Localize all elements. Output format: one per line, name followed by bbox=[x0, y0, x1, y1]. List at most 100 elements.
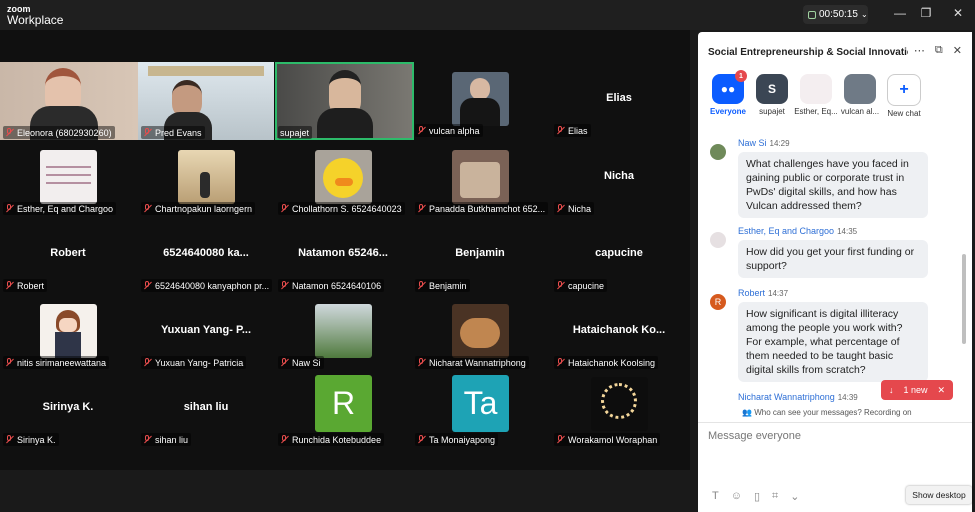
participant-name: Robert bbox=[17, 280, 45, 291]
mic-muted-icon bbox=[556, 204, 564, 213]
participant-tile[interactable]: 6524640080 ka... 6524640080 kanyaphon pr… bbox=[138, 217, 274, 293]
message-time: 14:39 bbox=[837, 393, 858, 402]
message-time: 14:35 bbox=[837, 227, 858, 236]
participant-tile[interactable]: Elias Elias bbox=[551, 62, 687, 138]
minimize-button[interactable]: — bbox=[890, 6, 910, 20]
mic-muted-icon bbox=[417, 281, 425, 290]
participant-name: Chartnopakun laorngern bbox=[155, 203, 253, 214]
participant-tile[interactable]: Sirinya K. Sirinya K. bbox=[0, 371, 136, 447]
recipient-label: Everyone bbox=[709, 107, 747, 116]
mic-muted-icon bbox=[5, 281, 13, 290]
participant-tile[interactable]: R Runchida Kotebuddee bbox=[275, 371, 411, 447]
mic-muted-icon bbox=[556, 358, 564, 367]
participant-name: capucine bbox=[568, 280, 605, 291]
zoom-logo: zoom Workplace bbox=[7, 4, 64, 27]
participant-video bbox=[315, 304, 372, 358]
composer-toolbar: T ☺ ▯ ⌗ ⌄ bbox=[712, 490, 799, 503]
participant-name-large: Benjamin bbox=[455, 247, 505, 259]
participant-tile[interactable]: Pred Evans bbox=[138, 62, 274, 140]
brand-name: Workplace bbox=[7, 13, 64, 27]
participant-name-large: Hataichanok Ko... bbox=[572, 324, 666, 336]
recipient-esther[interactable]: Esther, Eq... bbox=[794, 74, 838, 116]
chat-title: Social Entrepreneurship & Social Innovat… bbox=[708, 47, 908, 58]
text-format-icon[interactable]: T bbox=[712, 490, 719, 503]
participant-tile-active-speaker[interactable]: supajet bbox=[275, 62, 414, 140]
restore-button[interactable]: ❐ bbox=[916, 6, 936, 20]
close-window-button[interactable]: ✕ bbox=[948, 6, 968, 20]
participant-name-large: Sirinya K. bbox=[42, 401, 94, 413]
sender-name: Esther, Eq and Chargoo bbox=[738, 226, 835, 236]
mic-muted-icon bbox=[143, 128, 151, 137]
recipient-label: New chat bbox=[887, 109, 921, 118]
participant-tile[interactable]: Nicha Nicha bbox=[551, 140, 687, 216]
participant-name-large: Yuxuan Yang- P... bbox=[160, 324, 252, 336]
bottom-area bbox=[0, 470, 698, 512]
participant-tile[interactable]: Natamon 65246... Natamon 6524640106 bbox=[275, 217, 411, 293]
mic-muted-icon bbox=[556, 435, 564, 444]
participant-name: nitis sirimaneewattana bbox=[17, 357, 107, 368]
recipient-label: Esther, Eq... bbox=[794, 107, 838, 116]
message-list[interactable]: Naw Si 14:29 What challenges have you fac… bbox=[698, 130, 962, 408]
participant-tile[interactable]: nitis sirimaneewattana bbox=[0, 294, 136, 370]
pop-out-icon[interactable]: ⧉ bbox=[935, 44, 943, 57]
participant-avatar-letter: Ta bbox=[452, 375, 509, 432]
close-icon[interactable]: ✕ bbox=[953, 44, 962, 57]
participant-name-large: Natamon 65246... bbox=[298, 247, 388, 259]
divider bbox=[698, 422, 972, 423]
message-bubble: How did you get your first funding or su… bbox=[738, 240, 928, 278]
participant-tile[interactable]: capucine capucine bbox=[551, 217, 687, 293]
participant-tile[interactable]: Hataichanok Ko... Hataichanok Koolsing bbox=[551, 294, 687, 370]
recipient-bar: ●● 1 Everyone S supajet Esther, Eq... vul… bbox=[706, 70, 966, 122]
participant-tile[interactable]: Naw Si bbox=[275, 294, 411, 370]
participant-tile[interactable]: Yuxuan Yang- P... Yuxuan Yang- Patricia bbox=[138, 294, 274, 370]
recipient-everyone[interactable]: ●● 1 Everyone bbox=[706, 70, 750, 116]
participant-tile[interactable]: Eleonora (6802930260) bbox=[0, 62, 138, 140]
participant-tile[interactable]: vulcan alpha bbox=[412, 62, 548, 138]
message-time: 14:29 bbox=[769, 139, 790, 148]
participant-name: Natamon 6524640106 bbox=[292, 280, 382, 291]
recipient-vulcan[interactable]: vulcan al... bbox=[838, 74, 882, 116]
chat-scrollbar[interactable] bbox=[962, 254, 966, 344]
participant-video bbox=[40, 150, 97, 204]
participant-name: Chollathorn S. 6524640023 bbox=[292, 203, 402, 214]
more-options-icon[interactable]: ⋯ bbox=[914, 44, 925, 57]
participant-name: Elias bbox=[568, 125, 588, 136]
meeting-timer[interactable]: 00:50:15 ⌄ bbox=[803, 5, 868, 24]
visibility-info-link[interactable]: 👥 Who can see your messages? Recording o… bbox=[742, 408, 912, 417]
timer-text: 00:50:15 bbox=[819, 9, 858, 20]
unread-badge: 1 bbox=[735, 70, 747, 82]
participant-tile[interactable]: Robert Robert bbox=[0, 217, 136, 293]
participant-tile[interactable]: Benjamin Benjamin bbox=[412, 217, 548, 293]
participant-name: 6524640080 kanyaphon pr... bbox=[155, 280, 270, 291]
title-bar: zoom Workplace 00:50:15 ⌄ — ❐ ✕ bbox=[0, 0, 975, 30]
message-input[interactable]: Message everyone bbox=[708, 430, 801, 442]
participant-name: vulcan alpha bbox=[429, 125, 480, 136]
mic-muted-icon bbox=[417, 204, 425, 213]
participant-tile[interactable]: Nicharat Wannatriphong bbox=[412, 294, 548, 370]
recipient-supajet[interactable]: S supajet bbox=[750, 74, 794, 116]
participant-tile[interactable]: Chollathorn S. 6524640023 bbox=[275, 140, 411, 216]
participant-tile[interactable]: Ta Ta Monaiyapong bbox=[412, 371, 548, 447]
sender-name: Naw Si bbox=[738, 138, 767, 148]
participant-tile[interactable]: Chartnopakun laorngern bbox=[138, 140, 274, 216]
emoji-icon[interactable]: ☺ bbox=[731, 490, 742, 503]
mic-muted-icon bbox=[556, 281, 564, 290]
new-messages-button[interactable]: ↓ 1 new ✕ bbox=[881, 380, 953, 400]
participant-name: Naw Si bbox=[292, 357, 321, 368]
new-chat-button[interactable]: + New chat bbox=[882, 74, 926, 118]
file-icon[interactable]: ▯ bbox=[754, 490, 760, 503]
shield-icon bbox=[808, 10, 816, 19]
participant-tile[interactable]: Esther, Eq and Chargoo bbox=[0, 140, 136, 216]
close-icon[interactable]: ✕ bbox=[937, 385, 945, 396]
participant-name: Runchida Kotebuddee bbox=[292, 434, 382, 445]
mic-muted-icon bbox=[280, 281, 288, 290]
participant-name: sihan liu bbox=[155, 434, 189, 445]
participant-video bbox=[452, 72, 509, 126]
participant-tile[interactable]: sihan liu sihan liu bbox=[138, 371, 274, 447]
avatar: R bbox=[710, 294, 726, 310]
recipient-label: vulcan al... bbox=[840, 107, 880, 116]
chevron-down-icon[interactable]: ⌄ bbox=[790, 490, 799, 503]
screenshot-icon[interactable]: ⌗ bbox=[772, 490, 778, 503]
participant-tile[interactable]: Panadda Butkhamchot 652... bbox=[412, 140, 549, 216]
participant-tile[interactable]: Worakamol Woraphan bbox=[551, 371, 687, 447]
